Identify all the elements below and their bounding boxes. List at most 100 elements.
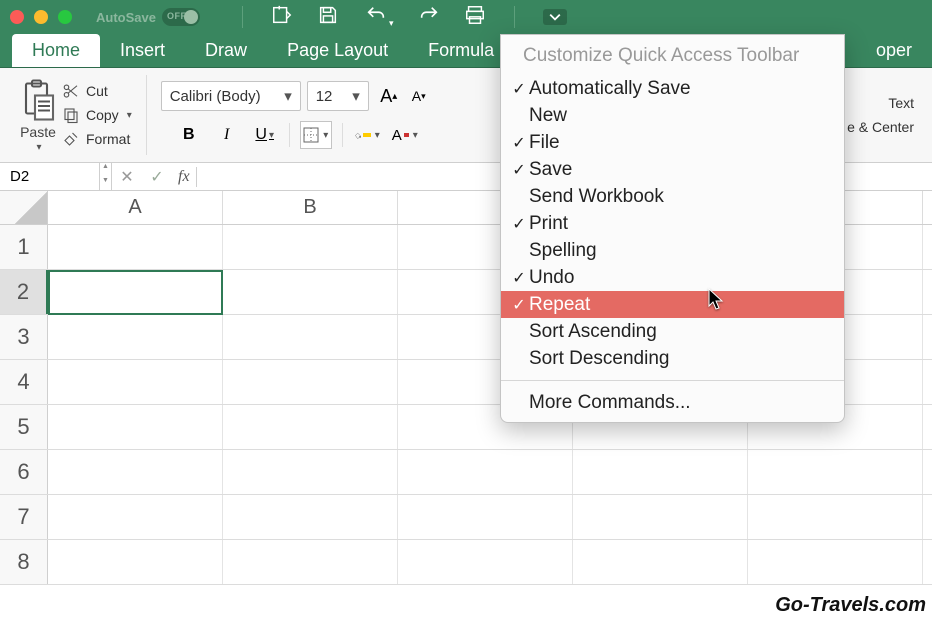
paint-bucket-icon (354, 127, 361, 143)
menu-item-print[interactable]: ✓Print (501, 210, 844, 237)
tab-draw[interactable]: Draw (185, 34, 267, 67)
menu-item-repeat[interactable]: ✓Repeat (501, 291, 844, 318)
merge-center-partial[interactable]: e & Center (847, 119, 914, 135)
wrap-text-partial[interactable]: Text (888, 95, 914, 111)
menu-item-sort-descending[interactable]: Sort Descending (501, 345, 844, 372)
confirm-formula-button[interactable]: ✓ (142, 167, 172, 187)
cell[interactable] (48, 270, 223, 314)
cell[interactable] (48, 405, 223, 449)
window-maximize-button[interactable] (58, 10, 72, 24)
cancel-formula-button[interactable]: ✕ (112, 167, 142, 187)
cell[interactable] (573, 540, 748, 584)
cell[interactable] (398, 495, 573, 539)
qat-separator (514, 6, 515, 28)
row-header[interactable]: 6 (0, 450, 48, 494)
col-header-a[interactable]: A (48, 191, 223, 224)
menu-item-spelling[interactable]: Spelling (501, 237, 844, 264)
cell[interactable] (223, 495, 398, 539)
fill-color-button[interactable]: ▾ (353, 121, 381, 149)
cell[interactable] (573, 450, 748, 494)
autosave-label: AutoSave (96, 10, 156, 25)
redo-icon[interactable] (418, 4, 440, 31)
name-box-stepper[interactable]: ▲▼ (100, 163, 112, 190)
checkmark-icon: ✓ (509, 268, 529, 288)
cell[interactable] (223, 225, 398, 269)
cell[interactable] (398, 540, 573, 584)
qat-customize-dropdown[interactable] (543, 9, 567, 25)
copy-button[interactable]: Copy▾ (62, 106, 132, 124)
cell[interactable] (48, 315, 223, 359)
paintbrush-icon (62, 130, 80, 148)
cell[interactable] (48, 450, 223, 494)
menu-item-label: Save (529, 159, 572, 181)
cell[interactable] (223, 450, 398, 494)
name-box[interactable]: D2 (0, 163, 100, 190)
menu-item-file[interactable]: ✓File (501, 129, 844, 156)
menu-item-undo[interactable]: ✓Undo (501, 264, 844, 291)
tab-insert[interactable]: Insert (100, 34, 185, 67)
fx-label[interactable]: fx (172, 168, 196, 186)
cell[interactable] (48, 225, 223, 269)
menu-item-label: File (529, 132, 560, 154)
increase-font-button[interactable]: A▴ (375, 82, 403, 110)
cell[interactable] (223, 540, 398, 584)
cell[interactable] (223, 360, 398, 404)
save-icon[interactable] (317, 4, 339, 31)
select-all-corner[interactable] (0, 191, 48, 224)
autosave-switch[interactable]: OFF (162, 8, 200, 26)
cell[interactable] (223, 315, 398, 359)
window-minimize-button[interactable] (34, 10, 48, 24)
autosave-toggle[interactable]: AutoSave OFF (96, 8, 200, 26)
menu-item-label: Send Workbook (529, 186, 664, 208)
border-icon (303, 127, 319, 143)
font-color-button[interactable]: A ▾ (391, 121, 419, 149)
checkmark-icon: ✓ (509, 160, 529, 180)
row-header[interactable]: 7 (0, 495, 48, 539)
cell[interactable] (573, 495, 748, 539)
menu-item-new[interactable]: New (501, 102, 844, 129)
tab-formulas[interactable]: Formula (408, 34, 514, 67)
cell[interactable] (223, 270, 398, 314)
tab-page-layout[interactable]: Page Layout (267, 34, 408, 67)
decrease-font-button[interactable]: A▾ (405, 82, 433, 110)
window-close-button[interactable] (10, 10, 24, 24)
undo-icon[interactable]: ▾ (363, 4, 394, 31)
underline-button[interactable]: U▾ (251, 121, 279, 149)
menu-item-automatically-save[interactable]: ✓Automatically Save (501, 75, 844, 102)
row-header[interactable]: 4 (0, 360, 48, 404)
paste-button[interactable]: Paste▾ (20, 78, 56, 153)
bold-button[interactable]: B (175, 121, 203, 149)
cell[interactable] (48, 540, 223, 584)
cell[interactable] (48, 360, 223, 404)
menu-item-save[interactable]: ✓Save (501, 156, 844, 183)
row-header[interactable]: 2 (0, 270, 48, 314)
font-size-select[interactable]: 12▾ (307, 81, 369, 111)
borders-button[interactable]: ▾ (300, 121, 332, 149)
tab-home[interactable]: Home (12, 34, 100, 67)
cell[interactable] (398, 450, 573, 494)
menu-item-label: Undo (529, 267, 574, 289)
menu-item-more-commands[interactable]: More Commands... (501, 389, 844, 416)
row-header[interactable]: 3 (0, 315, 48, 359)
cell[interactable] (748, 495, 923, 539)
tab-developer[interactable]: oper (856, 34, 932, 67)
italic-button[interactable]: I (213, 121, 241, 149)
menu-item-sort-ascending[interactable]: Sort Ascending (501, 318, 844, 345)
cell[interactable] (48, 495, 223, 539)
font-name-select[interactable]: Calibri (Body)▾ (161, 81, 301, 111)
row-header[interactable]: 1 (0, 225, 48, 269)
menu-separator (501, 380, 844, 381)
checkmark-icon: ✓ (509, 133, 529, 153)
cut-button[interactable]: Cut (62, 82, 132, 100)
format-painter-button[interactable]: Format (62, 130, 132, 148)
menu-item-send-workbook[interactable]: Send Workbook (501, 183, 844, 210)
print-icon[interactable] (464, 4, 486, 31)
row-header[interactable]: 8 (0, 540, 48, 584)
open-file-icon[interactable] (271, 4, 293, 31)
autosave-state: OFF (167, 11, 187, 21)
cell[interactable] (748, 450, 923, 494)
cell[interactable] (748, 540, 923, 584)
col-header-b[interactable]: B (223, 191, 398, 224)
cell[interactable] (223, 405, 398, 449)
row-header[interactable]: 5 (0, 405, 48, 449)
